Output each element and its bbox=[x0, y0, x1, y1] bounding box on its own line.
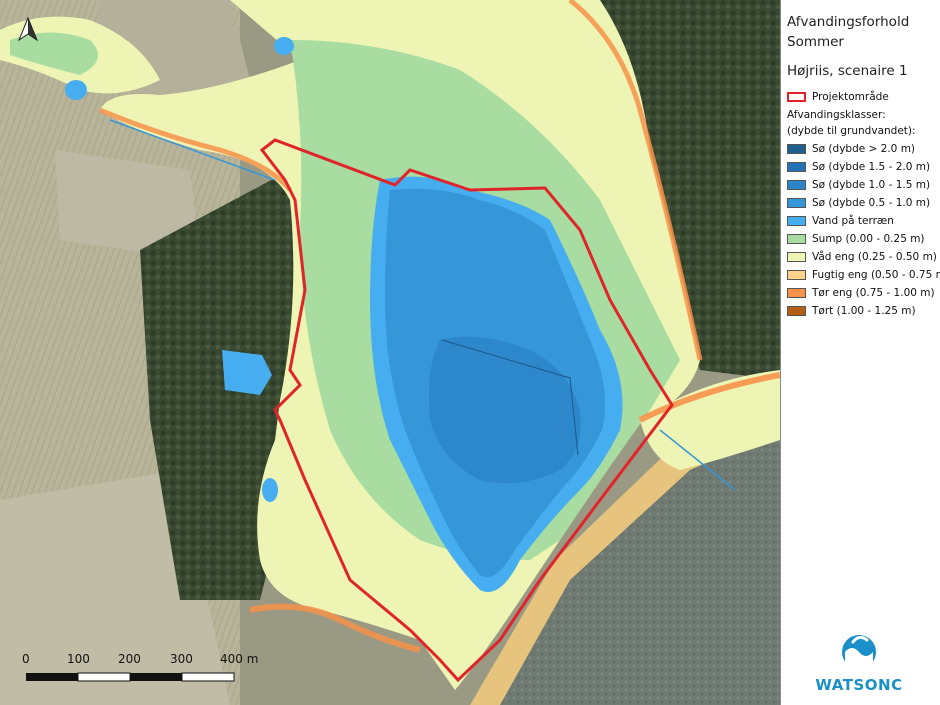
legend-class-label: Våd eng (0.25 - 0.50 m) bbox=[812, 251, 937, 263]
scale-label-0: 0 bbox=[22, 652, 30, 666]
legend-class-row: Sump (0.00 - 0.25 m) bbox=[787, 233, 925, 245]
watsonc-logo: WATSONC bbox=[809, 628, 909, 698]
legend-class-row: Våd eng (0.25 - 0.50 m) bbox=[787, 251, 937, 263]
legend-panel: Afvandingsforhold Sommer Højriis, scenai… bbox=[781, 0, 940, 705]
legend-class-label: Sø (dybde 0.5 - 1.0 m) bbox=[812, 197, 931, 209]
legend-class-label: Tør eng (0.75 - 1.00 m) bbox=[812, 287, 935, 299]
scale-label-300: 300 bbox=[170, 652, 193, 666]
project-area-label: Projektområde bbox=[812, 91, 889, 103]
legend-class-label: Sø (dybde 1.0 - 1.5 m) bbox=[812, 179, 931, 191]
scale-bar-segment-4 bbox=[181, 672, 235, 682]
legend-class-label: Sø (dybde > 2.0 m) bbox=[812, 143, 916, 155]
legend-class-row: Sø (dybde 1.5 - 2.0 m) bbox=[787, 161, 930, 173]
legend-class-swatch bbox=[787, 144, 806, 154]
map-view[interactable]: 0 100 200 300 400 m bbox=[0, 0, 781, 705]
pond-north bbox=[274, 37, 294, 55]
legend-class-label: Sump (0.00 - 0.25 m) bbox=[812, 233, 925, 245]
legend-class-swatch bbox=[787, 288, 806, 298]
legend-class-row: Tørt (1.00 - 1.25 m) bbox=[787, 305, 916, 317]
legend-class-swatch bbox=[787, 270, 806, 280]
legend-title-season: Sommer bbox=[787, 34, 844, 50]
pond-northwest bbox=[65, 80, 87, 100]
legend-class-row: Sø (dybde 0.5 - 1.0 m) bbox=[787, 197, 930, 209]
pond-west bbox=[262, 478, 278, 502]
watsonc-logo-icon bbox=[842, 635, 876, 670]
legend-project-area: Projektområde bbox=[787, 91, 889, 103]
legend-class-row: Sø (dybde > 2.0 m) bbox=[787, 143, 915, 155]
legend-class-swatch bbox=[787, 306, 806, 316]
scale-label-100: 100 bbox=[67, 652, 90, 666]
scale-label-400: 400 m bbox=[220, 652, 259, 666]
project-area-swatch bbox=[787, 92, 806, 102]
legend-class-row: Tør eng (0.75 - 1.00 m) bbox=[787, 287, 935, 299]
legend-class-row: Vand på terræn bbox=[787, 215, 894, 227]
legend-subtitle: Højriis, scenaire 1 bbox=[787, 63, 908, 79]
legend-class-swatch bbox=[787, 234, 806, 244]
scale-bar-segment-1 bbox=[26, 673, 78, 681]
scale-label-200: 200 bbox=[118, 652, 141, 666]
map-layout: 0 100 200 300 400 m Afvandingsforhold So… bbox=[0, 0, 940, 705]
legend-class-row: Sø (dybde 1.0 - 1.5 m) bbox=[787, 179, 930, 191]
legend-class-swatch bbox=[787, 216, 806, 226]
legend-classes-heading: Afvandingsklasser: bbox=[787, 109, 886, 121]
legend-class-row: Fugtig eng (0.50 - 0.75 m bbox=[787, 269, 940, 281]
legend-classes-subheading: (dybde til grundvandet): bbox=[787, 125, 916, 137]
legend-class-swatch bbox=[787, 198, 806, 208]
watsonc-logo-text: WATSONC bbox=[815, 676, 903, 694]
legend-class-swatch bbox=[787, 162, 806, 172]
legend-class-label: Fugtig eng (0.50 - 0.75 m bbox=[812, 269, 940, 281]
legend-class-label: Tørt (1.00 - 1.25 m) bbox=[812, 305, 916, 317]
legend-class-swatch bbox=[787, 252, 806, 262]
scale-bar bbox=[26, 672, 235, 682]
scale-bar-segment-2 bbox=[77, 672, 131, 682]
legend-class-swatch bbox=[787, 180, 806, 190]
legend-title: Afvandingsforhold bbox=[787, 14, 910, 30]
legend-class-label: Sø (dybde 1.5 - 2.0 m) bbox=[812, 161, 931, 173]
scale-bar-segment-3 bbox=[130, 673, 182, 681]
legend-class-label: Vand på terræn bbox=[812, 215, 894, 227]
map-canvas bbox=[0, 0, 780, 705]
